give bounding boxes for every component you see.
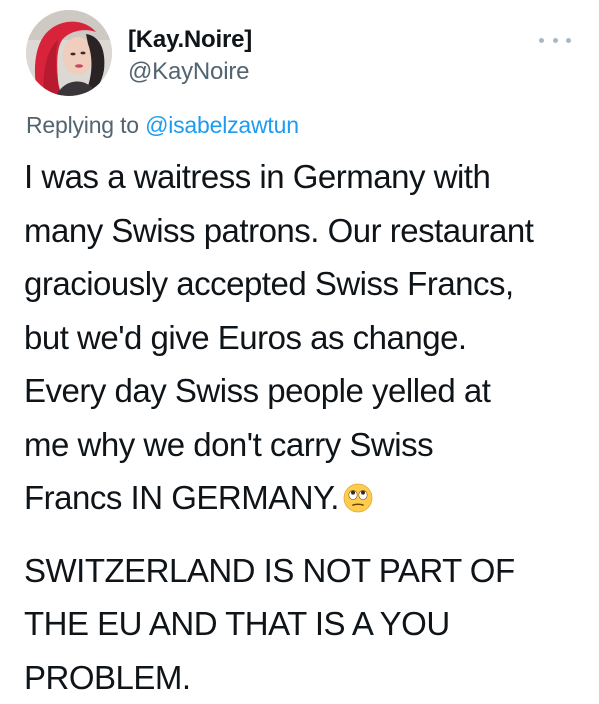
dot (553, 38, 558, 43)
tweet-paragraph: SWITZERLAND IS NOT PART OF THE EU AND TH… (24, 544, 590, 704)
tweet-line: graciously accepted Swiss Francs, (24, 257, 590, 311)
author-handle[interactable]: @KayNoire (128, 58, 249, 86)
author-display-name[interactable]: [Kay.Noire] (128, 26, 252, 54)
tweet-paragraph: I was a waitress in Germany with many Sw… (24, 150, 590, 525)
tweet-line-last: Francs IN GERMANY. (24, 471, 590, 525)
tweet-card: [Kay.Noire] @KayNoire Replying to @isabe… (0, 0, 599, 699)
face-with-rolling-eyes-icon (343, 483, 373, 513)
tweet-line: PROBLEM. (24, 651, 590, 704)
reply-mention-link[interactable]: @isabelzawtun (145, 112, 299, 138)
reply-context: Replying to @isabelzawtun (26, 112, 299, 139)
tweet-line: many Swiss patrons. Our restaurant (24, 204, 590, 258)
tweet-line: I was a waitress in Germany with (24, 150, 590, 204)
tweet-line: Every day Swiss people yelled at (24, 364, 590, 418)
avatar[interactable] (26, 10, 112, 96)
tweet-line: SWITZERLAND IS NOT PART OF (24, 544, 590, 598)
tweet-line: THE EU AND THAT IS A YOU (24, 597, 590, 651)
more-options-icon[interactable] (539, 32, 571, 48)
tweet-line: but we'd give Euros as change. (24, 311, 590, 365)
reply-prefix: Replying to (26, 112, 139, 138)
dot (539, 38, 544, 43)
profile-photo-icon (26, 10, 112, 96)
tweet-line: me why we don't carry Swiss (24, 418, 590, 472)
tweet-text: I was a waitress in Germany with many Sw… (24, 150, 590, 704)
tweet-line-text: Francs IN GERMANY. (24, 479, 339, 516)
dot (566, 38, 571, 43)
